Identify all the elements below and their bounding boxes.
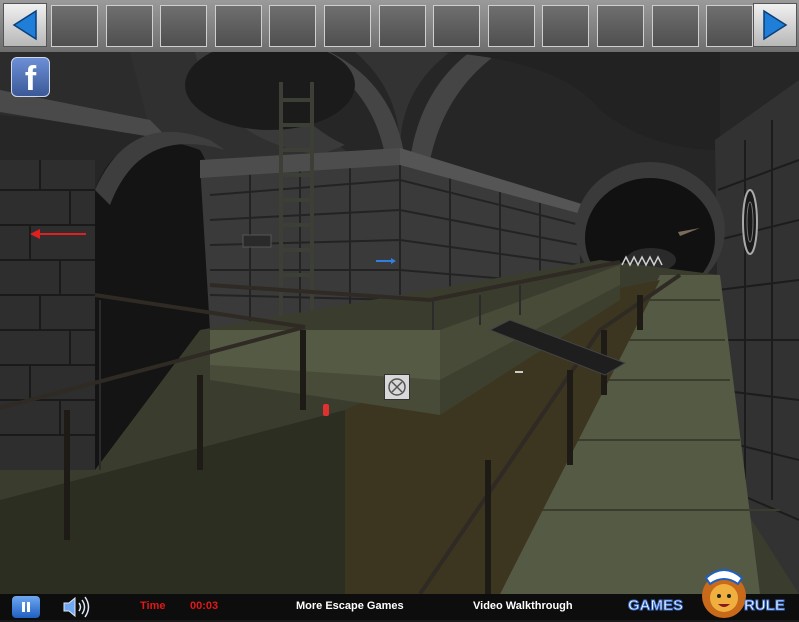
- inventory-slot[interactable]: [160, 5, 208, 47]
- pause-icon: [22, 602, 30, 612]
- inventory-scroll-right-button[interactable]: [753, 3, 797, 47]
- go-forward-arrow-icon[interactable]: [375, 257, 397, 265]
- time-label: Time: [140, 600, 166, 612]
- sound-toggle-button[interactable]: [62, 595, 92, 622]
- logo-text-rule: RULE: [744, 597, 786, 615]
- spikes-icon: [621, 255, 663, 267]
- inventory-slot[interactable]: [105, 5, 153, 47]
- speaker-icon: [63, 596, 90, 618]
- arrow-left-icon: [12, 9, 37, 41]
- inventory-slot[interactable]: [214, 5, 262, 47]
- inventory-slot[interactable]: [433, 5, 481, 47]
- inventory-slot[interactable]: [651, 5, 699, 47]
- video-walkthrough-link[interactable]: Video Walkthrough: [473, 600, 573, 612]
- go-left-arrow-icon[interactable]: [28, 228, 88, 240]
- logo-text-games: GAMES: [627, 597, 684, 615]
- sewer-scene-art: [0, 52, 799, 594]
- pause-button[interactable]: [12, 596, 40, 618]
- gamesrule-logo[interactable]: GAMES RULE: [626, 569, 794, 620]
- tunnel-spikes[interactable]: [620, 253, 665, 269]
- inventory-scroll-left-button[interactable]: [3, 3, 47, 47]
- facebook-button[interactable]: f: [11, 57, 50, 97]
- sewer-scene: [0, 52, 799, 594]
- time-value: 00:03: [190, 600, 219, 612]
- arrow-right-icon: [763, 9, 788, 41]
- inventory-slot[interactable]: [269, 5, 317, 47]
- inventory-slot[interactable]: [487, 5, 535, 47]
- inventory-slot[interactable]: [706, 5, 754, 47]
- bottom-bar: Time 00:03 More Escape Games Video Walkt…: [0, 569, 799, 622]
- valve-panel-box[interactable]: [384, 374, 410, 400]
- inventory-slot[interactable]: [378, 5, 426, 47]
- inventory-slot[interactable]: [324, 5, 371, 47]
- more-escape-games-link[interactable]: More Escape Games: [296, 600, 404, 612]
- inventory-slot[interactable]: [597, 5, 644, 47]
- facebook-icon: f: [24, 60, 37, 98]
- red-bottle-item[interactable]: [323, 404, 329, 416]
- inventory-slot[interactable]: [51, 5, 98, 47]
- valve-symbol-icon: [388, 378, 406, 396]
- inventory-bar: [0, 0, 799, 52]
- inventory-slot[interactable]: [542, 5, 590, 47]
